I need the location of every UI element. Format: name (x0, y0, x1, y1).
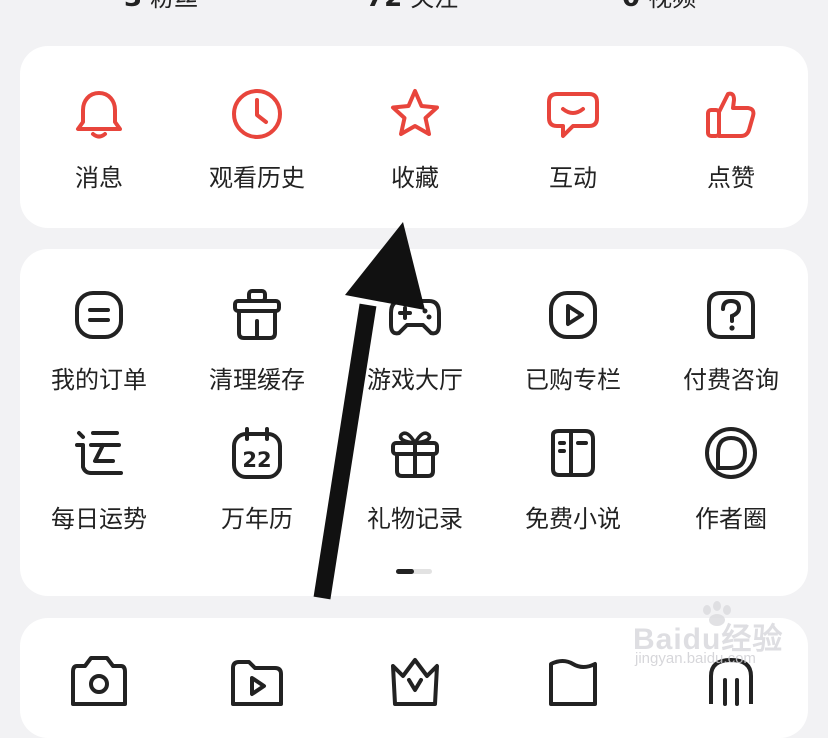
service-clear-cache-label: 清理缓存 (209, 366, 305, 394)
fortune-icon (75, 431, 123, 475)
action-favorites-label: 收藏 (391, 164, 439, 192)
service-free-novels-label: 免费小说 (525, 505, 621, 533)
action-messages-label: 消息 (75, 164, 123, 192)
book-icon (551, 429, 595, 477)
action-interactions-label: 互动 (549, 164, 597, 192)
play-square-icon (549, 291, 597, 339)
stat-videos-number: 0 (622, 0, 640, 13)
trash-icon (233, 289, 281, 340)
stat-videos[interactable]: 0 视频 (622, 0, 696, 13)
calendar-day: 22 (242, 448, 271, 472)
service-author-circle-label: 作者圈 (695, 505, 767, 533)
services-card: 我的订单 清理缓存 游戏大厅 已购专栏 付费咨询 每日运势 22 万年历 礼物记… (20, 249, 808, 596)
stat-videos-label: 视频 (648, 0, 696, 12)
profile-stats: 3 粉丝 72 关注 0 视频 (0, 0, 828, 18)
service-gift-records-label: 礼物记录 (367, 505, 463, 533)
stat-following-label: 关注 (410, 0, 458, 12)
action-likes-label: 点赞 (707, 164, 755, 192)
question-bubble-icon (707, 291, 755, 339)
page-indicator-active (396, 569, 414, 574)
flag-icon (549, 659, 597, 706)
star-icon (391, 89, 439, 136)
watermark-url: jingyan.baidu.com (635, 650, 756, 667)
service-purchased-columns-label: 已购专栏 (525, 366, 621, 394)
quick-actions-card: 消息 观看历史 收藏 互动 点赞 (20, 46, 808, 228)
service-paid-consulting-label: 付费咨询 (683, 366, 779, 394)
video-folder-icon (231, 660, 283, 706)
stat-following[interactable]: 72 关注 (366, 0, 458, 13)
watermark: Baidu经验 jingyan.baidu.com (633, 600, 813, 680)
service-calendar-label: 万年历 (221, 505, 293, 533)
thumbs-up-icon (706, 91, 756, 138)
service-game-center-label: 游戏大厅 (367, 366, 463, 394)
stat-fans-number: 3 (124, 0, 142, 13)
camera-icon (71, 656, 127, 706)
service-daily-fortune-label: 每日运势 (51, 505, 147, 533)
order-icon (75, 291, 123, 339)
crown-icon (391, 658, 439, 706)
clock-icon (232, 89, 282, 139)
calendar-icon: 22 (232, 427, 282, 479)
page-indicator (396, 569, 432, 574)
stat-fans[interactable]: 3 粉丝 (124, 0, 198, 13)
stat-fans-label: 粉丝 (150, 0, 198, 12)
author-circle-icon (705, 427, 757, 479)
action-watch-history-label: 观看历史 (209, 164, 305, 192)
chat-bubble-icon (547, 92, 599, 138)
stat-following-number: 72 (366, 0, 402, 13)
bell-icon (76, 91, 122, 139)
gamepad-icon (389, 299, 441, 336)
gift-icon (391, 431, 439, 478)
service-my-orders-label: 我的订单 (51, 366, 147, 394)
